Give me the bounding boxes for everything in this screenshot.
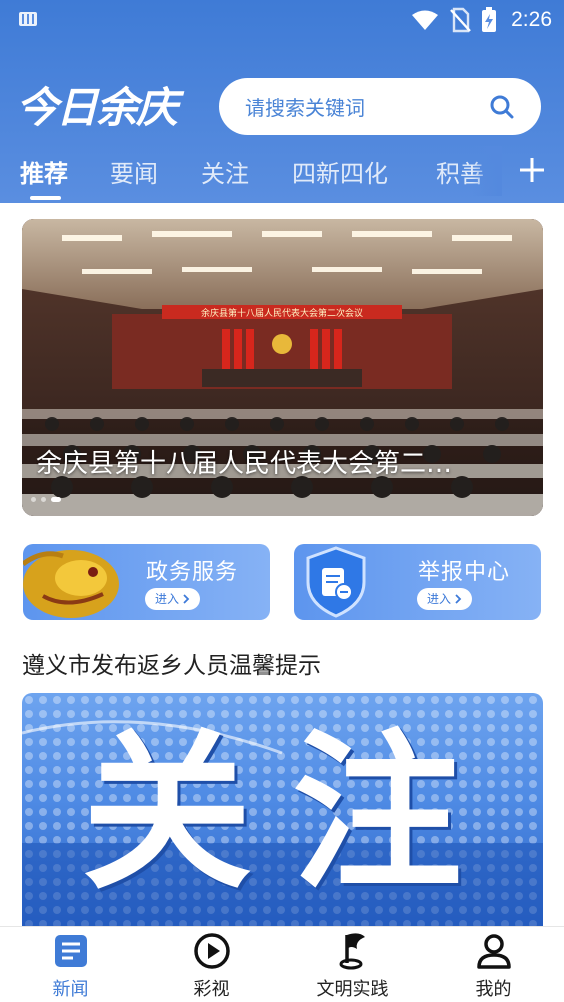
nav-civic-practice-label: 文明实践 [316, 979, 389, 1000]
search-bar[interactable]: 请搜索关键词 [219, 78, 541, 135]
nav-civic-practice[interactable]: 文明实践 [282, 927, 423, 1002]
shield-icon [306, 546, 366, 618]
banner-title[interactable]: 余庆县第十八届人民代表大会第二… [36, 443, 506, 480]
report-center-card[interactable]: 举报中心 进入 [294, 544, 541, 620]
headline-carousel[interactable]: 余庆县第十八届人民代表大会第二次会议 余庆县第十八届人民代表大会第二… [22, 219, 543, 516]
active-tab-indicator [30, 196, 61, 200]
news-icon [54, 935, 87, 967]
search-icon[interactable] [489, 94, 515, 120]
status-time: 2:26 [511, 8, 552, 31]
gov-service-card[interactable]: 政务服务 进入 [23, 544, 270, 620]
user-icon [476, 934, 511, 969]
tab-fade [472, 146, 502, 196]
search-input[interactable]: 请搜索关键词 [245, 92, 489, 121]
sim-off-icon [450, 7, 472, 33]
feature-text: 关注 [82, 713, 503, 913]
bottom-navigation: 新闻 彩视 文明实践 我的 [0, 926, 564, 1002]
add-tab-icon[interactable] [512, 150, 552, 190]
header: 2:26 今日余庆 请搜索关键词 推荐 要闻 关注 四新四化 积善 [0, 0, 564, 203]
stage-banner-text: 余庆县第十八届人民代表大会第二次会议 [201, 307, 363, 319]
app-screen: 2:26 今日余庆 请搜索关键词 推荐 要闻 关注 四新四化 积善 余庆县第十八… [0, 0, 564, 1002]
report-center-enter-button[interactable]: 进入 [417, 588, 473, 610]
status-bar: 2:26 [0, 0, 564, 40]
news-feature-image[interactable]: 关注 [22, 693, 543, 933]
nav-news-label: 新闻 [52, 979, 89, 1000]
nav-video-label: 彩视 [193, 979, 230, 1000]
carousel-dot [41, 497, 46, 502]
tab-news[interactable]: 要闻 [110, 154, 158, 189]
nav-profile-label: 我的 [475, 979, 512, 1000]
nav-news[interactable]: 新闻 [0, 927, 141, 1002]
wifi-icon [412, 10, 439, 30]
carousel-dot [31, 497, 36, 502]
carousel-dot-active [51, 497, 61, 502]
enter-label: 进入 [427, 592, 452, 606]
gov-service-enter-button[interactable]: 进入 [145, 588, 201, 610]
chevron-right-icon [455, 594, 462, 604]
category-tabs: 推荐 要闻 关注 四新四化 积善 [0, 146, 564, 203]
tab-four-new[interactable]: 四新四化 [292, 154, 388, 189]
flag-icon [339, 933, 365, 970]
battery-icon [482, 7, 497, 32]
dragon-icon [23, 550, 119, 618]
tab-follow[interactable]: 关注 [201, 154, 249, 189]
news-headline[interactable]: 遵义市发布返乡人员温馨提示 [22, 646, 321, 680]
carousel-dots [31, 497, 61, 502]
tab-recommend[interactable]: 推荐 [20, 154, 68, 189]
gov-service-title: 政务服务 [146, 560, 239, 585]
report-center-title: 举报中心 [418, 560, 511, 585]
notification-icon [19, 12, 37, 26]
enter-label: 进入 [155, 592, 180, 606]
app-logo: 今日余庆 [16, 83, 178, 132]
status-icons: 2:26 [411, 6, 552, 34]
nav-profile[interactable]: 我的 [423, 927, 564, 1002]
chevron-right-icon [183, 594, 190, 604]
nav-video[interactable]: 彩视 [141, 927, 282, 1002]
play-icon [193, 933, 230, 969]
